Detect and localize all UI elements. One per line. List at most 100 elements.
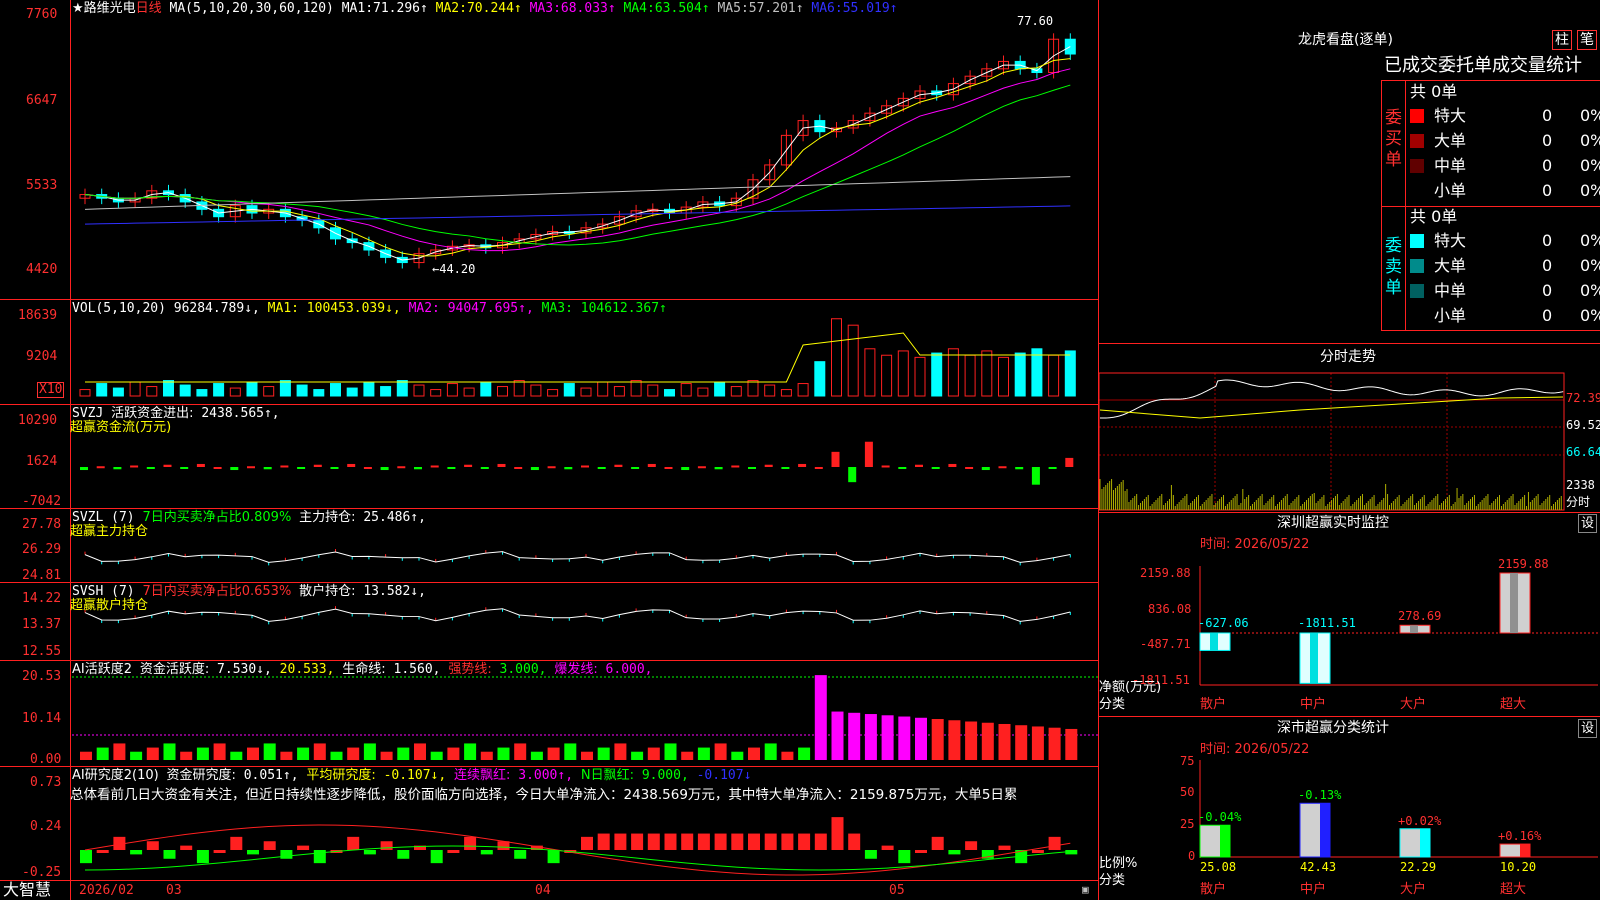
activity-bar [447,747,460,760]
activity-bar [213,743,226,760]
research-bar [146,841,159,850]
monitor-settings-button[interactable]: 设 [1578,514,1598,533]
class-bar-accent [1220,825,1230,857]
volume-bar [430,389,442,397]
activity-bar [130,751,143,760]
tab-orders[interactable]: 委托单 [1438,55,1492,76]
order-color-swatch [1410,184,1424,198]
monitor-ylabel: 净额(万元) [1099,680,1162,695]
date-label: 03 [166,883,182,898]
svzl-y-tick: 24.81 [22,568,62,583]
activity-bar [898,716,911,760]
lock-icon[interactable]: ▣ [1082,882,1089,897]
star-icon[interactable]: ★ [72,1,84,16]
activity-bars [72,675,1098,760]
fund-flow-bar [447,467,456,469]
activity-bar [380,751,393,760]
activity-bar [931,719,944,760]
class-change-label: +0.02% [1398,813,1442,828]
fund-flow-bar [898,467,907,469]
activity-bar [798,747,811,760]
fund-flow-bar [80,467,88,471]
research-bar [397,850,410,859]
fund-flow-bar [581,465,589,468]
fund-flow-bar [647,463,656,467]
fund-flow-bar [864,441,873,467]
activity-bar [330,751,343,760]
fund-flow-bar [1065,457,1074,467]
order-size-name: 小单 [1434,181,1467,200]
fund-flow-bar [697,466,706,469]
volume-bar [229,387,241,397]
fund-flow-bar [130,465,139,468]
research-bar [230,836,243,850]
class-value-label: 25.08 [1200,860,1237,874]
fund-flow-bar [313,464,322,467]
research-bar [464,836,477,850]
retail-holding-line [84,606,1071,625]
monitor-y-tick: 836.08 [1148,602,1192,616]
order-row: 大单 0 0% [1410,130,1600,152]
ma2-value: 70.244↑ [466,1,522,16]
research-bar [80,850,92,864]
high-label: 77.60 [1017,14,1054,28]
activity-bar [297,747,310,760]
fund-flow-bar [297,467,306,469]
order-color-swatch [1410,259,1424,273]
fund-flow-bar [464,464,473,467]
svzj-header: SVZJ 活跃资金进出: 2438.565↑, [72,406,280,421]
fund-flow-bar [564,467,573,470]
class-settings-button[interactable]: 设 [1578,719,1598,738]
tab-traded[interactable]: 已成交 [1384,55,1438,76]
activity-bar [998,723,1011,760]
ai1-header: AI活跃度2 资金活跃度: 7.530↓, 20.533, 生命线: 1.560… [72,662,653,677]
tab-volume-stats[interactable]: 成交量统计 [1492,55,1582,76]
research-bar [748,833,760,850]
ai2-item: 资金研究度: [166,768,236,783]
activity-bar [230,751,243,760]
ai2-v2: -0.107↓, [383,768,447,783]
activity-bar [497,747,510,760]
order-count: 0 [1542,181,1553,200]
svzj-item: 活跃资金进出: [111,406,194,421]
volume-bar [1064,350,1076,397]
activity-bar [614,743,627,760]
volume-bar [580,387,592,397]
activity-bar [80,751,92,760]
ma6-value: 55.019↑ [842,1,898,16]
date-label: 04 [535,883,551,898]
monitor-y-tick: 2159.88 [1140,566,1191,580]
class-y-tick: 75 [1180,754,1195,768]
research-bar [731,833,744,850]
monitor-value-label: -627.06 [1198,616,1249,630]
order-percent: 0% [1580,131,1600,150]
activity-bar [697,747,710,760]
tick-mode-button[interactable]: 笔 [1577,30,1597,50]
minute-vol-label: 分时 [1566,495,1591,509]
fund-flow-bar [881,465,890,468]
activity-bar [480,751,493,760]
research-bar [297,845,310,850]
activity-bar [96,747,109,760]
order-count: 0 [1542,231,1553,250]
activity-bar [464,743,477,760]
fund-flow-bar [280,465,289,468]
fund-flow-bar [714,467,723,470]
activity-bar [1031,726,1044,760]
research-bars [80,817,1078,876]
class-change-label: -0.13% [1298,788,1342,803]
research-bar [247,850,259,855]
activity-bar [397,747,410,760]
volume-bar [497,386,508,397]
research-bar [814,833,827,850]
research-bar [347,836,360,850]
monitor-bar-shade [1310,633,1318,684]
activity-bar [196,747,209,760]
stock-chart-canvas[interactable] [0,0,1600,900]
research-bar [380,841,393,850]
period-label[interactable]: 日线 [136,1,162,16]
bar-mode-button[interactable]: 柱 [1552,30,1572,50]
class-y-tick: 50 [1180,785,1195,799]
volume-bar [981,350,993,397]
ma1-value: 71.296↑ [373,1,428,16]
